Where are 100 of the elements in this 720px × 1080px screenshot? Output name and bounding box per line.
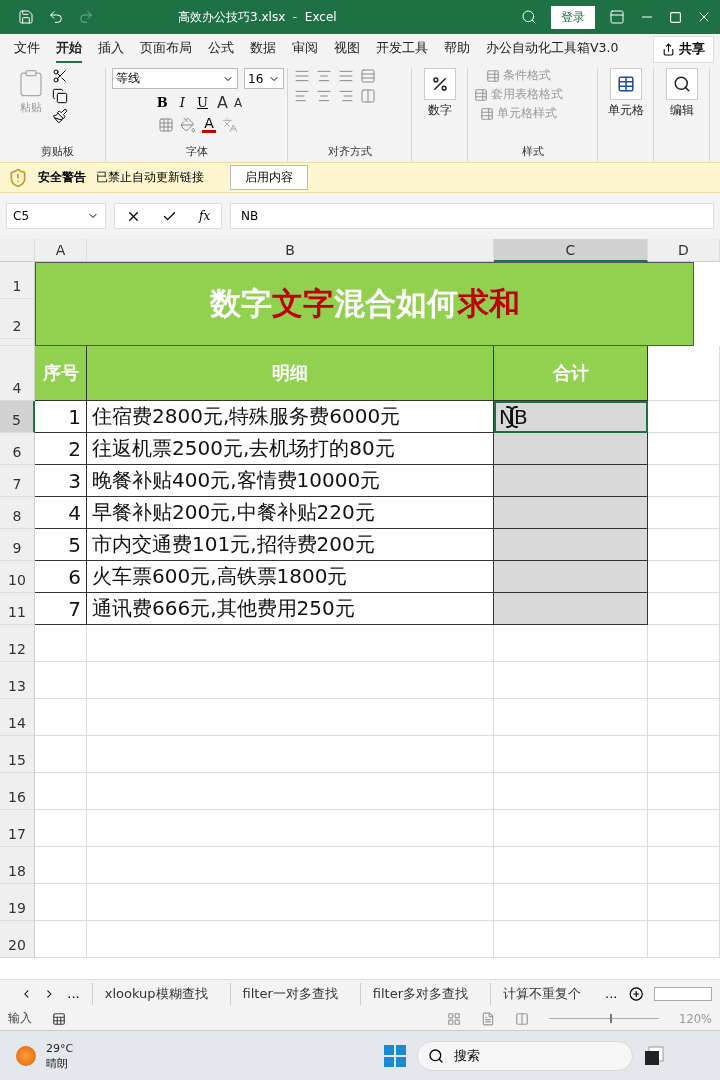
table-cell: [648, 346, 720, 401]
column-header[interactable]: D: [648, 239, 720, 262]
new-sheet-icon[interactable]: [629, 985, 644, 1002]
number-format-button[interactable]: 数字: [423, 68, 456, 119]
normal-view-icon[interactable]: [447, 1011, 462, 1026]
share-icon: [662, 42, 675, 56]
table-cell: [35, 662, 87, 699]
wrap-text-icon[interactable]: [360, 68, 376, 84]
sheet-tab[interactable]: xlookup模糊查找: [91, 982, 220, 1005]
ribbon-display-icon[interactable]: [609, 9, 625, 25]
row-header[interactable]: 12: [0, 625, 35, 662]
menu-tab[interactable]: 数据: [250, 35, 276, 63]
enable-content-button[interactable]: 启用内容: [230, 165, 308, 190]
table-cell[interactable]: [494, 593, 648, 625]
row-header[interactable]: 19: [0, 884, 35, 921]
menu-tab[interactable]: 开始: [56, 35, 82, 63]
row-header[interactable]: 15: [0, 736, 35, 773]
row-header[interactable]: 13: [0, 662, 35, 699]
row-header[interactable]: 7: [0, 465, 35, 497]
phonetic-icon[interactable]: [221, 116, 238, 133]
search-icon[interactable]: [521, 9, 537, 25]
align-left-icon[interactable]: [294, 88, 310, 104]
row-header[interactable]: 1: [0, 262, 35, 299]
redo-icon[interactable]: [78, 9, 94, 25]
row-header[interactable]: 16: [0, 773, 35, 810]
sheet-tab[interactable]: filter多对多查找: [359, 982, 481, 1005]
border-icon[interactable]: [158, 116, 175, 133]
font-size-field[interactable]: 16: [244, 68, 284, 89]
row-header[interactable]: 11: [0, 593, 35, 625]
column-header[interactable]: B: [87, 239, 494, 262]
row-header[interactable]: 14: [0, 699, 35, 736]
save-icon[interactable]: [18, 9, 34, 25]
start-icon[interactable]: [383, 1043, 408, 1068]
zoom-thumb[interactable]: [609, 1014, 612, 1023]
cut-icon[interactable]: [52, 68, 68, 84]
table-cell[interactable]: [494, 465, 648, 497]
formula-input[interactable]: NB: [230, 203, 714, 229]
cells-button[interactable]: 单元格: [607, 68, 644, 119]
menu-tab[interactable]: 插入: [98, 35, 124, 63]
task-view-icon[interactable]: [643, 1044, 666, 1067]
table-cell[interactable]: [494, 433, 648, 465]
insert-function-button[interactable]: fx: [199, 209, 211, 223]
row-header[interactable]: 18: [0, 847, 35, 884]
merge-icon[interactable]: [360, 88, 376, 104]
font-name-field[interactable]: 等线: [112, 68, 238, 89]
menu-tab[interactable]: 文件: [14, 35, 40, 63]
page-break-icon[interactable]: [515, 1011, 530, 1026]
shrink-font-button[interactable]: A: [233, 95, 243, 110]
grow-font-button[interactable]: A: [216, 93, 228, 112]
align-top-icon[interactable]: [294, 68, 310, 84]
row-header[interactable]: 8: [0, 497, 35, 529]
name-box[interactable]: C5: [6, 203, 106, 229]
row-header[interactable]: 10: [0, 561, 35, 593]
menu-tab[interactable]: 开发工具: [376, 35, 428, 63]
align-bottom-icon[interactable]: [338, 68, 354, 84]
row-header[interactable]: 17: [0, 810, 35, 847]
menu-tab[interactable]: 帮助: [444, 35, 470, 63]
editing-button[interactable]: 编辑: [665, 68, 698, 119]
sun-icon: [16, 1045, 36, 1066]
format-button[interactable]: B: [153, 95, 171, 110]
align-right-icon[interactable]: [338, 88, 354, 104]
menu-tab[interactable]: 审阅: [292, 35, 318, 63]
table-cell[interactable]: [494, 497, 648, 529]
row-header[interactable]: 6: [0, 433, 35, 465]
group-label: 对齐方式: [327, 144, 372, 160]
align-middle-icon[interactable]: [316, 68, 332, 84]
login-button[interactable]: 登录: [551, 5, 595, 29]
copy-icon[interactable]: [52, 88, 68, 104]
share-button[interactable]: 共享: [653, 35, 714, 63]
menu-tab[interactable]: 页面布局: [140, 35, 192, 63]
menu-tab[interactable]: 办公自动化工具箱V3.0: [486, 35, 619, 63]
sheet-tab[interactable]: 计算不重复个: [490, 982, 594, 1005]
format-button[interactable]: U: [194, 95, 211, 110]
row-header[interactable]: 2: [0, 299, 35, 339]
fill-color-icon[interactable]: [180, 116, 197, 133]
format-painter-icon[interactable]: [52, 108, 68, 124]
taskbar-search-field[interactable]: 搜索: [417, 1040, 634, 1071]
more-sheets-button[interactable]: ...: [603, 986, 620, 1001]
align-center-icon[interactable]: [316, 88, 332, 104]
row-header[interactable]: 4: [0, 346, 35, 401]
table-cell[interactable]: [494, 561, 648, 593]
more-sheets-button[interactable]: ...: [65, 986, 82, 1001]
format-button[interactable]: I: [176, 95, 188, 110]
undo-icon[interactable]: [48, 9, 64, 25]
row-header[interactable]: 9: [0, 529, 35, 561]
font-color-button[interactable]: A: [202, 116, 216, 133]
table-cell: [648, 699, 720, 736]
sheet-tab[interactable]: filter一对多查找: [229, 982, 350, 1005]
column-header[interactable]: C: [494, 239, 648, 262]
horizontal-scrollbar[interactable]: [653, 986, 712, 1001]
table-cell: [35, 847, 87, 884]
menu-tab[interactable]: 视图: [334, 35, 360, 63]
column-header[interactable]: A: [35, 239, 87, 262]
table-cell: [648, 593, 720, 625]
page-layout-icon[interactable]: [481, 1011, 496, 1026]
maximize-icon[interactable]: [669, 10, 682, 24]
row-header[interactable]: 5: [0, 401, 35, 433]
row-header[interactable]: 20: [0, 921, 35, 958]
menu-tab[interactable]: 公式: [208, 35, 234, 63]
table-cell[interactable]: [494, 529, 648, 561]
